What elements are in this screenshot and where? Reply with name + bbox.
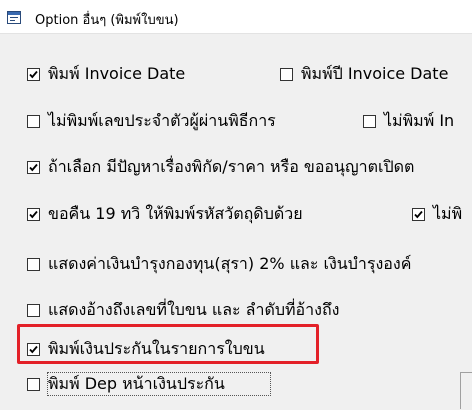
checkbox-no-print-right[interactable] [412,207,425,221]
option-no-print-right[interactable]: ไม่พิ [412,204,462,224]
checkbox-print-guarantee[interactable] [27,342,40,356]
option-label: พิมพ์ Dep หน้าเงินประกัน [48,373,225,393]
checkmark-icon [29,70,38,78]
checkbox-print-invoice-date[interactable] [27,67,40,81]
checkmark-icon [29,345,38,353]
option-if-tariff-problem[interactable]: ถ้าเลือก มีปัญหาเรื่องพิกัด/ราคา หรือ ขอ… [27,157,414,177]
option-label: แสดงอ้างถึงเลขที่ใบขน และ ลำดับที่อ้างถึ… [48,299,340,319]
checkbox-no-print-agent-id[interactable] [27,114,40,128]
checkmark-icon [29,210,38,218]
option-label: แสดงค่าเงินบำรุงกองทุน(สุรา) 2% และ เงิน… [48,253,412,273]
checkmark-icon [29,163,38,171]
checkbox-show-ref-declaration[interactable] [27,303,40,317]
option-label: ไม่พิ [433,203,463,223]
option-refund-19[interactable]: ขอคืน 19 ทวิ ให้พิมพ์รหัสวัตถุดิบด้วย [27,204,303,224]
option-label: ไม่พิมพ์ In [384,110,455,130]
checkbox-print-invoice-year[interactable] [280,67,293,81]
option-no-print-agent-id[interactable]: ไม่พิมพ์เลขประจำตัวผู้ผ่านพิธีการ [27,111,276,131]
option-print-guarantee[interactable]: พิมพ์เงินประกันในรายการใบขน [27,339,265,359]
option-label: พิมพ์ Invoice Date [48,63,186,83]
option-label: ขอคืน 19 ทวิ ให้พิมพ์รหัสวัตถุดิบด้วย [48,203,303,223]
checkbox-if-tariff-problem[interactable] [27,160,40,174]
option-show-fund-fee[interactable]: แสดงค่าเงินบำรุงกองทุน(สุรา) 2% และ เงิน… [27,254,411,274]
option-show-ref-declaration[interactable]: แสดงอ้างถึงเลขที่ใบขน และ ลำดับที่อ้างถึ… [27,300,339,320]
option-label: ไม่พิมพ์เลขประจำตัวผู้ผ่านพิธีการ [48,110,276,130]
checkbox-refund-19[interactable] [27,207,40,221]
option-label: ถ้าเลือก มีปัญหาเรื่องพิกัด/ราคา หรือ ขอ… [48,156,415,176]
title-bar: Option อื่นๆ (พิมพ์ใบขน) [0,0,472,33]
checkbox-show-fund-fee[interactable] [27,257,40,271]
option-print-invoice-year[interactable]: พิมพ์ปี Invoice Date [280,64,448,84]
group-frame-edge [460,372,472,409]
checkbox-print-dep-guarantee[interactable] [27,377,40,391]
checkbox-no-print-in[interactable] [363,114,376,128]
option-no-print-in[interactable]: ไม่พิมพ์ In [363,111,454,131]
option-print-dep-guarantee[interactable]: พิมพ์ Dep หน้าเงินประกัน [27,374,225,394]
window-form-icon [7,9,21,24]
checkmark-icon [414,210,423,218]
option-label: พิมพ์ปี Invoice Date [301,63,449,83]
option-label: พิมพ์เงินประกันในรายการใบขน [48,338,265,358]
option-print-invoice-date[interactable]: พิมพ์ Invoice Date [27,64,185,84]
window-title: Option อื่นๆ (พิมพ์ใบขน) [35,13,179,28]
